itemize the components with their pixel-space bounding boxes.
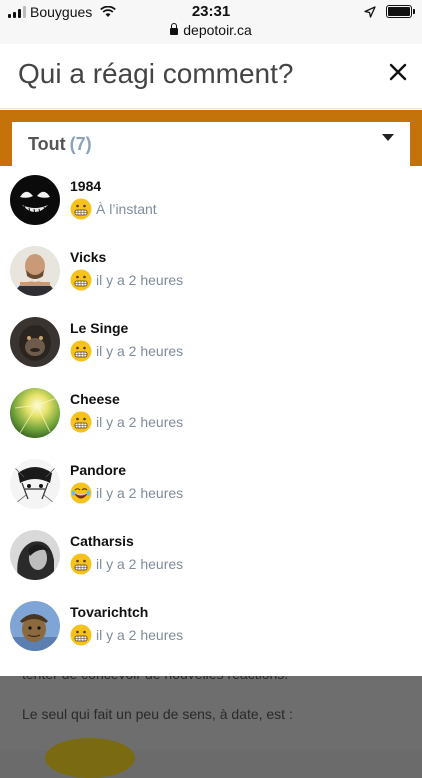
reactor-name[interactable]: Tovarichtch [70,604,148,620]
reaction-time: À l’instant [96,201,157,217]
filter-count: (7) [69,133,92,154]
caret-down-icon [382,134,394,141]
grimace-emoji-icon [70,553,92,575]
sunlight-avatar[interactable] [10,388,60,438]
list-item[interactable]: Le Singe il y a 2 heures [0,308,422,379]
list-item[interactable]: 1984 À l’instant [0,166,422,237]
reaction-time: il y a 2 heures [96,485,184,501]
reactions-modal: Qui a réagi comment? Tout (7) 1984 À l’i… [0,44,422,676]
list-item[interactable]: Vicks il y a 2 heures [0,237,422,308]
grimace-emoji-icon [70,624,92,646]
grimace-emoji-icon [70,198,92,220]
clock: 23:31 [191,3,231,20]
reactor-name[interactable]: Catharsis [70,533,134,549]
list-item[interactable]: Cheese il y a 2 heures [0,379,422,450]
lock-icon [170,23,179,35]
man-avatar[interactable] [10,246,60,296]
reaction-time: il y a 2 heures [96,272,184,288]
reaction-time: il y a 2 heures [96,343,184,359]
reaction-filter-dropdown[interactable]: Tout (7) [12,122,410,166]
filter-label: Tout [28,133,66,154]
location-arrow-icon [364,5,376,18]
list-item[interactable]: Pandore il y a 2 heures [0,450,422,521]
address-bar[interactable]: depotoir.ca [0,22,422,38]
reactor-name[interactable]: Le Singe [70,320,128,336]
modal-title: Qui a réagi comment? [18,58,294,89]
close-icon[interactable] [386,60,410,84]
grimace-emoji-icon [70,411,92,433]
background-emoji-shape [45,738,135,778]
woman-avatar[interactable] [10,530,60,580]
laughing-emoji-icon [70,482,92,504]
background-text-line: Le seul qui fait un peu de sens, à date,… [22,706,293,722]
status-bar: Bouygues 23:31 depotoir.ca [0,0,422,44]
reactor-name[interactable]: Vicks [70,249,106,265]
grimace-emoji-icon [70,269,92,291]
venom-avatar[interactable] [10,175,60,225]
list-item[interactable]: Tovarichtch il y a 2 heures [0,592,422,663]
reaction-time: il y a 2 heures [96,627,184,643]
grimace-emoji-icon [70,340,92,362]
status-icons [364,5,415,18]
modal-header: Qui a réagi comment? [0,44,422,109]
reactor-name[interactable]: 1984 [70,178,101,194]
reaction-time: il y a 2 heures [96,556,184,572]
ape-avatar[interactable] [10,317,60,367]
reactor-name[interactable]: Pandore [70,462,126,478]
reactor-name[interactable]: Cheese [70,391,120,407]
manga-avatar[interactable] [10,459,60,509]
battery-icon [386,5,415,18]
url-text: depotoir.ca [183,22,252,38]
reactors-list: 1984 À l’instant Vicks il y a 2 heures L… [0,166,422,663]
character-avatar[interactable] [10,601,60,651]
list-item[interactable]: Catharsis il y a 2 heures [0,521,422,592]
reaction-time: il y a 2 heures [96,414,184,430]
